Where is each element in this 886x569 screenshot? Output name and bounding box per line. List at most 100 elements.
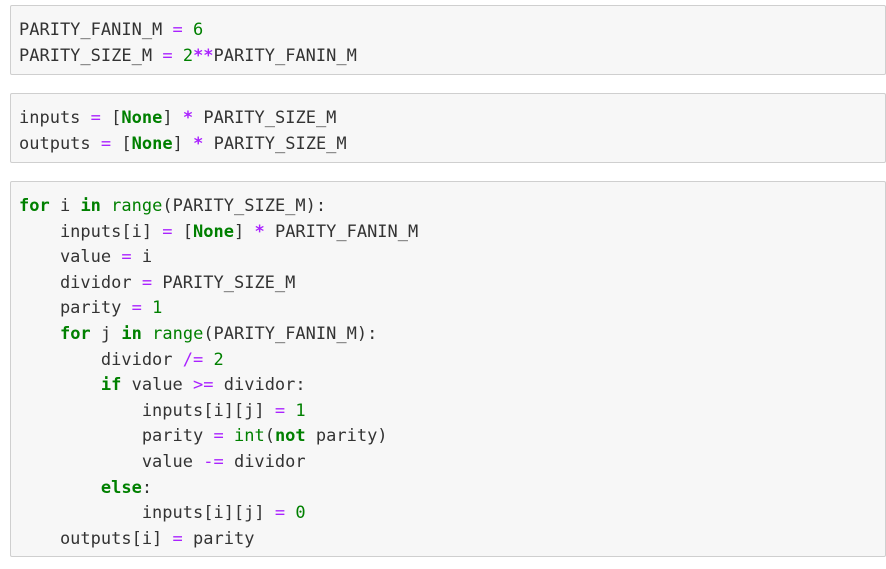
code-token: (	[264, 426, 275, 447]
code-line: else:	[19, 476, 877, 502]
code-token: in	[121, 323, 142, 344]
code-token: for	[59, 323, 91, 344]
code-token: =	[162, 221, 173, 242]
code-line: dividor /= 2	[19, 348, 877, 374]
code-token: int	[233, 426, 265, 447]
code-editor-1[interactable]: PARITY_FANIN_M = 6 PARITY_SIZE_M = 2**PAR…	[11, 6, 885, 77]
code-token: inputs[i][j]	[19, 503, 275, 524]
code-token: PARITY_SIZE_M	[193, 108, 337, 128]
code-token: else	[100, 477, 142, 498]
code-token: *	[182, 108, 194, 128]
code-token: None	[131, 133, 173, 154]
code-line: outputs = [None] * PARITY_SIZE_M	[19, 132, 877, 158]
code-token: PARITY_SIZE_M	[203, 133, 347, 154]
code-token: =	[274, 400, 286, 421]
code-token: 1	[152, 298, 163, 319]
code-line: parity = int(not parity)	[19, 424, 877, 450]
code-editor-3[interactable]: for i in range(PARITY_SIZE_M): inputs[i]…	[11, 182, 885, 560]
code-token: [	[111, 108, 122, 128]
code-token: dividor	[19, 349, 183, 370]
code-token: if	[100, 375, 122, 396]
code-token: dividor	[19, 272, 142, 293]
code-token: 2	[213, 349, 224, 370]
code-line: inputs[i] = [None] * PARITY_FANIN_M	[19, 220, 877, 246]
code-token: =	[131, 298, 142, 319]
code-token: parity	[19, 298, 132, 319]
code-token: PARITY_FANIN_M	[213, 45, 357, 66]
code-token: (PARITY_FANIN_M):	[203, 323, 378, 344]
code-line: inputs[i][j] = 1	[19, 399, 877, 425]
code-token: parity)	[305, 426, 388, 447]
code-line: value = i	[19, 245, 877, 271]
code-token: i	[131, 247, 153, 268]
code-token: PARITY_FANIN_M	[264, 221, 419, 242]
code-token: inputs[i]	[19, 221, 163, 242]
code-line: inputs[i][j] = 0	[19, 501, 877, 527]
code-token: [	[121, 133, 132, 154]
code-line: dividor = PARITY_SIZE_M	[19, 271, 877, 297]
code-token: None	[121, 108, 163, 128]
code-token: parity	[19, 426, 214, 447]
code-token: i	[49, 196, 81, 216]
code-token: =	[172, 20, 183, 40]
code-token: =	[90, 108, 101, 128]
code-token: =	[100, 133, 112, 154]
code-token: >=	[193, 375, 214, 396]
code-token: None	[193, 221, 234, 242]
code-cell-2[interactable]: inputs = [None] * PARITY_SIZE_M outputs =…	[10, 93, 886, 163]
code-line: for i in range(PARITY_SIZE_M):	[19, 194, 877, 220]
code-token: PARITY_SIZE_M	[152, 272, 296, 293]
code-token: 1	[295, 400, 306, 421]
code-line: inputs = [None] * PARITY_SIZE_M	[19, 106, 877, 132]
code-token: ]	[233, 221, 255, 242]
code-line: parity = 1	[19, 296, 877, 322]
code-token: =	[141, 272, 153, 293]
code-token: range	[111, 196, 163, 216]
code-token: j	[90, 323, 122, 344]
code-token: =	[121, 247, 132, 268]
code-token: *	[254, 221, 265, 242]
code-token: inputs[i][j]	[19, 400, 275, 421]
code-token: /=	[182, 349, 204, 370]
code-token: range	[152, 323, 204, 344]
code-line: PARITY_SIZE_M = 2**PARITY_FANIN_M	[19, 44, 877, 70]
code-token: (PARITY_SIZE_M):	[162, 196, 327, 216]
code-token: for	[19, 196, 50, 216]
code-line: value -= dividor	[19, 450, 877, 476]
code-token: :	[141, 477, 153, 498]
code-token: parity	[182, 528, 255, 549]
code-token: ]	[172, 133, 183, 154]
code-token: **	[193, 45, 214, 66]
code-line: PARITY_FANIN_M = 6	[19, 18, 877, 44]
code-token: =	[162, 45, 173, 66]
code-token: 6	[193, 20, 204, 40]
code-editor-2[interactable]: inputs = [None] * PARITY_SIZE_M outputs =…	[11, 94, 885, 165]
code-cell-1[interactable]: PARITY_FANIN_M = 6 PARITY_SIZE_M = 2**PAR…	[10, 5, 886, 75]
code-token: PARITY_SIZE_M	[19, 45, 153, 66]
code-line: if value >= dividor:	[19, 373, 877, 399]
code-token: =	[172, 528, 183, 549]
code-token: [	[172, 221, 194, 242]
code-cell-3[interactable]: for i in range(PARITY_SIZE_M): inputs[i]…	[10, 181, 886, 557]
code-token: =	[213, 426, 224, 447]
code-token: *	[193, 133, 204, 154]
code-token: value	[19, 451, 204, 472]
code-token: =	[274, 503, 286, 524]
